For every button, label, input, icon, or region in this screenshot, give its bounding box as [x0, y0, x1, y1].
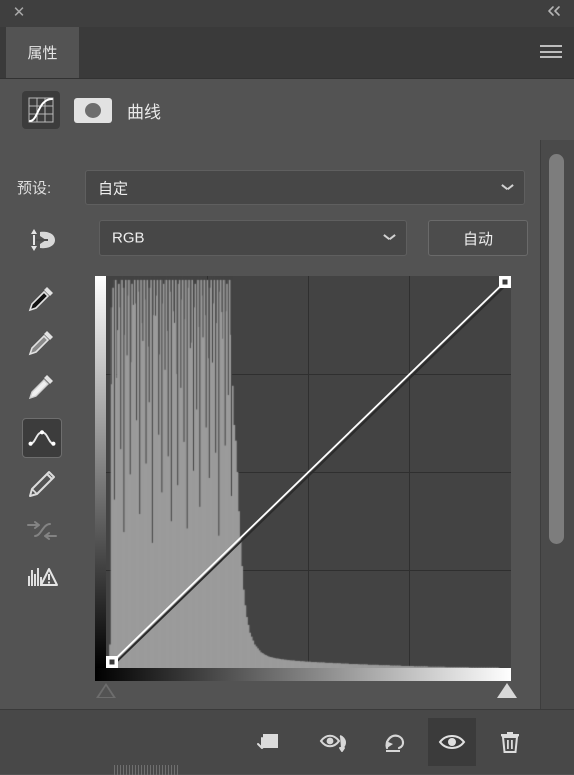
- chevron-down-icon: [502, 184, 513, 191]
- panel-menu-icon[interactable]: [540, 45, 562, 60]
- eyedropper-gray-icon: [28, 331, 53, 356]
- smooth-curve-tool: [22, 510, 62, 550]
- output-gradient-strip: [95, 276, 106, 668]
- clip-to-layer-icon: [257, 734, 278, 749]
- curve-points-icon: [28, 430, 56, 446]
- preset-dropdown[interactable]: 自定: [85, 170, 525, 205]
- black-point-eyedropper[interactable]: [22, 278, 62, 318]
- menu-line: [540, 45, 562, 47]
- histogram-warning-icon: [28, 568, 58, 586]
- delete-layer-button[interactable]: [486, 718, 534, 766]
- curve-anchor-center: [502, 279, 508, 285]
- preset-value: 自定: [98, 180, 129, 197]
- curves-adjustment-icon[interactable]: [22, 91, 60, 129]
- tab-properties-label: 属性: [27, 45, 58, 62]
- auto-button-label: 自动: [462, 230, 493, 248]
- page-title: 曲线: [127, 103, 161, 122]
- smooth-curve-icon: [27, 521, 57, 540]
- curves-graph[interactable]: [95, 276, 511, 668]
- toggle-previous-state-button[interactable]: [310, 718, 358, 766]
- eye-icon: [438, 735, 466, 749]
- reset-adjustment-button[interactable]: [371, 718, 419, 766]
- panel-bottom-toolbar: [0, 709, 574, 775]
- hand-arrows-icon: [31, 229, 55, 251]
- double-chevron-left-icon: [548, 6, 560, 16]
- trash-icon: [501, 732, 519, 753]
- edit-points-tool[interactable]: [22, 418, 62, 458]
- eyedropper-white-icon: [28, 375, 53, 400]
- channel-dropdown[interactable]: RGB: [99, 220, 407, 256]
- chevron-down-icon: [384, 234, 395, 241]
- on-image-adjustment-tool[interactable]: [22, 220, 62, 260]
- reset-arrow-icon: [385, 734, 405, 752]
- tone-curve-line[interactable]: [106, 276, 511, 668]
- vertical-scrollbar[interactable]: [540, 140, 574, 710]
- eyedropper-black-icon: [28, 287, 53, 312]
- curve-anchor-center: [109, 659, 115, 665]
- channel-value: RGB: [112, 229, 145, 247]
- menu-line: [540, 50, 562, 53]
- black-point-slider[interactable]: [96, 683, 116, 698]
- clip-to-layer-button[interactable]: [243, 718, 291, 766]
- pencil-draw-tool[interactable]: [22, 464, 62, 504]
- close-icon[interactable]: ✕: [10, 4, 28, 22]
- toggle-visibility-button[interactable]: [428, 718, 476, 766]
- auto-button[interactable]: 自动: [428, 220, 528, 256]
- curve-line[interactable]: [106, 276, 511, 668]
- input-gradient-strip: [95, 668, 511, 681]
- curve-grid-area[interactable]: [106, 276, 511, 668]
- collapse-panel-icon[interactable]: [546, 5, 562, 21]
- preset-label: 预设:: [17, 180, 52, 197]
- scrollbar-thumb[interactable]: [549, 154, 564, 544]
- layer-mask-thumbnail[interactable]: [74, 98, 112, 123]
- white-point-slider[interactable]: [497, 683, 517, 698]
- panel-tabbar: 属性: [0, 27, 574, 79]
- eye-arrow-icon: [319, 734, 346, 752]
- white-point-eyedropper[interactable]: [22, 366, 62, 406]
- window-titlebar: ✕: [0, 0, 574, 27]
- pencil-icon: [29, 471, 55, 497]
- mask-shape: [85, 103, 101, 118]
- gray-point-eyedropper[interactable]: [22, 322, 62, 362]
- tab-properties[interactable]: 属性: [6, 27, 79, 78]
- curve-baseline: [108, 278, 511, 668]
- histogram-warning-tool[interactable]: [22, 558, 62, 598]
- menu-line: [540, 56, 562, 58]
- adjustment-header: 曲线: [0, 78, 534, 140]
